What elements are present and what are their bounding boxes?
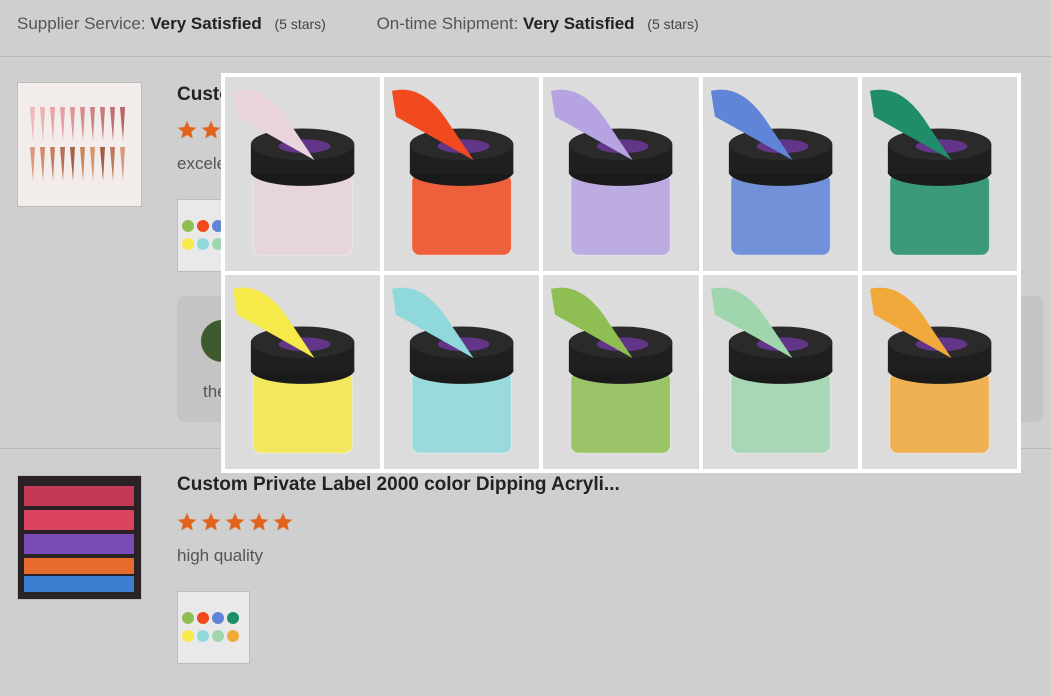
powder-jar-photo <box>543 77 699 271</box>
rating-stars-text: (5 stars) <box>274 16 326 32</box>
star-icon <box>177 120 197 139</box>
star-icon <box>201 512 221 531</box>
rating-value: Very Satisfied <box>150 14 262 33</box>
powder-jar-photo <box>384 275 540 469</box>
rating-label: Supplier Service: <box>17 14 146 33</box>
star-icon <box>225 512 245 531</box>
rating-label: On-time Shipment: <box>376 14 519 33</box>
review-comment: excele <box>177 154 227 173</box>
star-icon <box>177 512 197 531</box>
review-comment: high quality <box>177 546 264 565</box>
divider <box>0 56 1051 57</box>
photo-preview-overlay[interactable] <box>221 73 1021 473</box>
powder-jar-photo <box>384 77 540 271</box>
powder-jar-photo <box>225 275 381 469</box>
star-icon <box>201 120 221 139</box>
powder-jar-photo <box>861 77 1017 271</box>
powder-jar-photo <box>543 275 699 469</box>
product-thumbnail[interactable] <box>17 475 142 600</box>
supplier-service-rating: Supplier Service: Very Satisfied (5 star… <box>17 14 326 34</box>
review-stars <box>176 119 222 141</box>
on-time-shipment-rating: On-time Shipment: Very Satisfied (5 star… <box>377 14 699 34</box>
star-icon <box>273 512 293 531</box>
powder-jar-photo <box>702 77 858 271</box>
review-stars <box>176 511 294 533</box>
rating-stars-text: (5 stars) <box>647 16 699 32</box>
powder-jar-photo <box>861 275 1017 469</box>
ratings-summary: Supplier Service: Very Satisfied (5 star… <box>17 14 745 34</box>
rating-value: Very Satisfied <box>523 14 635 33</box>
star-icon <box>249 512 269 531</box>
review-product-title[interactable]: Custom Private Label 2000 color Dipping … <box>177 474 620 496</box>
product-thumbnail[interactable] <box>17 82 142 207</box>
powder-jar-photo <box>225 77 381 271</box>
review-photo-thumbnail[interactable] <box>177 591 250 664</box>
powder-jar-photo <box>702 275 858 469</box>
